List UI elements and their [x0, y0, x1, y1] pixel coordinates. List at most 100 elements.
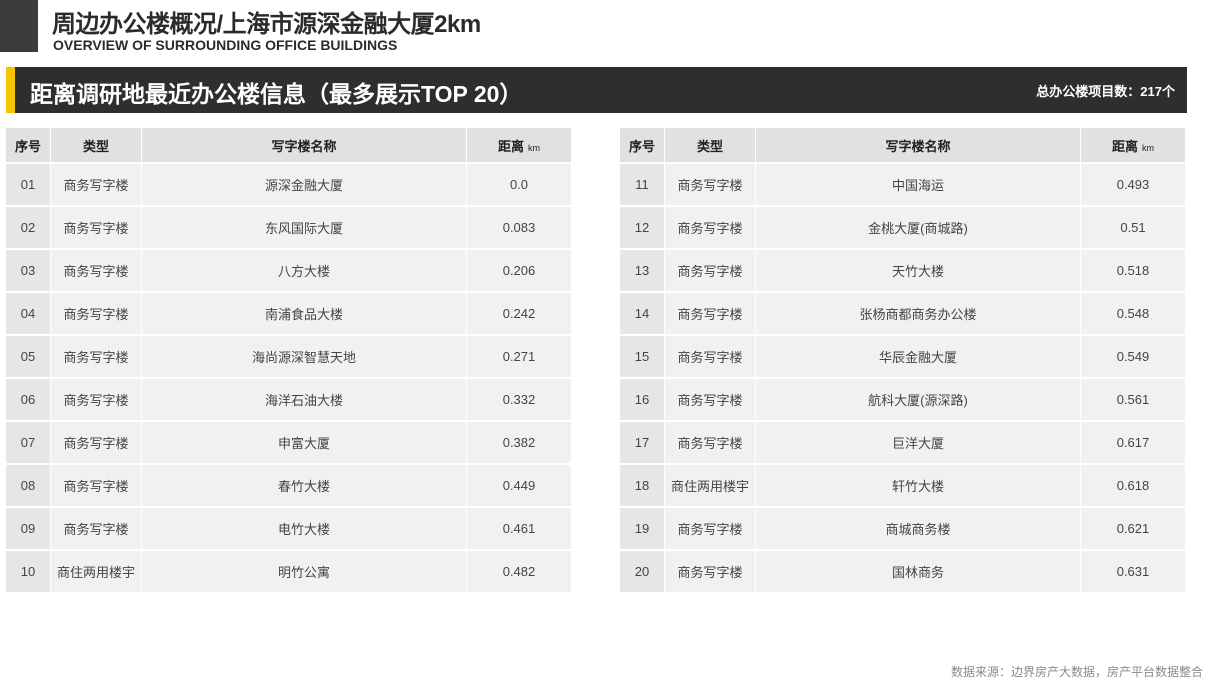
cell-no: 18 — [620, 465, 665, 508]
cell-no: 16 — [620, 379, 665, 422]
cell-distance: 0.621 — [1081, 508, 1186, 551]
cell-no: 05 — [6, 336, 51, 379]
cell-type: 商务写字楼 — [51, 293, 142, 336]
cell-type: 商务写字楼 — [665, 207, 756, 250]
table-header-row: 序号 类型 写字楼名称 距离 km — [620, 128, 1186, 164]
cell-no: 03 — [6, 250, 51, 293]
table-row: 04 商务写字楼 南浦食品大楼 0.242 — [6, 293, 572, 336]
cell-building-name: 巨洋大厦 — [756, 422, 1081, 465]
table-row: 03 商务写字楼 八方大楼 0.206 — [6, 250, 572, 293]
header-no: 序号 — [6, 128, 51, 164]
cell-building-name: 东风国际大厦 — [142, 207, 467, 250]
header-distance-unit: km — [1142, 142, 1154, 153]
cell-distance: 0.617 — [1081, 422, 1186, 465]
section-accent-stripe — [6, 67, 15, 113]
table-row: 13 商务写字楼 天竹大楼 0.518 — [620, 250, 1186, 293]
page-subtitle: OVERVIEW OF SURROUNDING OFFICE BUILDINGS — [53, 37, 398, 53]
header-distance-label: 距离 — [497, 138, 524, 154]
cell-building-name: 南浦食品大楼 — [142, 293, 467, 336]
cell-no: 20 — [620, 551, 665, 594]
section-header-bar: 距离调研地最近办公楼信息（最多展示TOP 20） 总办公楼项目数：217个 — [6, 67, 1187, 113]
cell-distance: 0.549 — [1081, 336, 1186, 379]
cell-no: 17 — [620, 422, 665, 465]
cell-building-name: 航科大厦(源深路) — [756, 379, 1081, 422]
cell-no: 12 — [620, 207, 665, 250]
cell-distance: 0.271 — [467, 336, 572, 379]
table-row: 08 商务写字楼 春竹大楼 0.449 — [6, 465, 572, 508]
table-row: 05 商务写字楼 海尚源深智慧天地 0.271 — [6, 336, 572, 379]
cell-distance: 0.631 — [1081, 551, 1186, 594]
cell-building-name: 华辰金融大厦 — [756, 336, 1081, 379]
table-row: 20 商务写字楼 国林商务 0.631 — [620, 551, 1186, 594]
table-row: 15 商务写字楼 华辰金融大厦 0.549 — [620, 336, 1186, 379]
table-row: 16 商务写字楼 航科大厦(源深路) 0.561 — [620, 379, 1186, 422]
header-distance-label: 距离 — [1111, 138, 1138, 154]
header-distance: 距离 km — [467, 128, 572, 164]
cell-type: 商务写字楼 — [665, 250, 756, 293]
cell-no: 13 — [620, 250, 665, 293]
header-name: 写字楼名称 — [142, 128, 467, 164]
cell-building-name: 海尚源深智慧天地 — [142, 336, 467, 379]
cell-no: 14 — [620, 293, 665, 336]
cell-type: 商务写字楼 — [51, 508, 142, 551]
cell-type: 商务写字楼 — [665, 551, 756, 594]
cell-distance: 0.449 — [467, 465, 572, 508]
cell-building-name: 电竹大楼 — [142, 508, 467, 551]
cell-building-name: 申富大厦 — [142, 422, 467, 465]
cell-distance: 0.518 — [1081, 250, 1186, 293]
cell-building-name: 春竹大楼 — [142, 465, 467, 508]
cell-no: 10 — [6, 551, 51, 594]
cell-distance: 0.482 — [467, 551, 572, 594]
cell-building-name: 天竹大楼 — [756, 250, 1081, 293]
header-distance: 距离 km — [1081, 128, 1186, 164]
cell-no: 01 — [6, 164, 51, 207]
cell-no: 09 — [6, 508, 51, 551]
table-body-right: 11 商务写字楼 中国海运 0.493 12 商务写字楼 金桃大厦(商城路) 0.51 13 商务… — [620, 164, 1186, 594]
cell-type: 商务写字楼 — [51, 164, 142, 207]
header-distance-unit: km — [528, 142, 540, 153]
table-header-row: 序号 类型 写字楼名称 距离 km — [6, 128, 572, 164]
cell-distance: 0.382 — [467, 422, 572, 465]
table-row: 19 商务写字楼 商城商务楼 0.621 — [620, 508, 1186, 551]
table-row: 10 商住两用楼宇 明竹公寓 0.482 — [6, 551, 572, 594]
cell-distance: 0.493 — [1081, 164, 1186, 207]
cell-distance: 0.51 — [1081, 207, 1186, 250]
cell-no: 11 — [620, 164, 665, 207]
cell-building-name: 金桃大厦(商城路) — [756, 207, 1081, 250]
cell-building-name: 商城商务楼 — [756, 508, 1081, 551]
cell-type: 商务写字楼 — [665, 164, 756, 207]
cell-distance: 0.083 — [467, 207, 572, 250]
table-row: 07 商务写字楼 申富大厦 0.382 — [6, 422, 572, 465]
cell-distance: 0.206 — [467, 250, 572, 293]
cell-type: 商务写字楼 — [665, 293, 756, 336]
cell-type: 商务写字楼 — [51, 422, 142, 465]
cell-type: 商务写字楼 — [51, 207, 142, 250]
table-row: 02 商务写字楼 东风国际大厦 0.083 — [6, 207, 572, 250]
office-table-right: 序号 类型 写字楼名称 距离 km 11 商务写字楼 中国海运 0.493 12 商务写字楼… — [620, 128, 1186, 594]
corner-block-decoration — [0, 0, 38, 52]
cell-no: 02 — [6, 207, 51, 250]
section-title: 距离调研地最近办公楼信息（最多展示TOP 20） — [30, 81, 523, 107]
cell-distance: 0.561 — [1081, 379, 1186, 422]
cell-type: 商住两用楼宇 — [51, 551, 142, 594]
table-row: 18 商住两用楼宇 轩竹大楼 0.618 — [620, 465, 1186, 508]
cell-no: 15 — [620, 336, 665, 379]
cell-type: 商务写字楼 — [665, 379, 756, 422]
table-row: 12 商务写字楼 金桃大厦(商城路) 0.51 — [620, 207, 1186, 250]
table-row: 14 商务写字楼 张杨商都商务办公楼 0.548 — [620, 293, 1186, 336]
cell-type: 商务写字楼 — [665, 336, 756, 379]
cell-no: 06 — [6, 379, 51, 422]
header-no: 序号 — [620, 128, 665, 164]
header-type: 类型 — [665, 128, 756, 164]
table-row: 01 商务写字楼 源深金融大厦 0.0 — [6, 164, 572, 207]
office-table-left: 序号 类型 写字楼名称 距离 km 01 商务写字楼 源深金融大厦 0.0 02 商务写字楼… — [6, 128, 572, 594]
cell-distance: 0.332 — [467, 379, 572, 422]
cell-building-name: 中国海运 — [756, 164, 1081, 207]
cell-distance: 0.548 — [1081, 293, 1186, 336]
cell-building-name: 明竹公寓 — [142, 551, 467, 594]
cell-type: 商务写字楼 — [51, 336, 142, 379]
header-name: 写字楼名称 — [756, 128, 1081, 164]
cell-no: 08 — [6, 465, 51, 508]
header-type: 类型 — [51, 128, 142, 164]
table-row: 17 商务写字楼 巨洋大厦 0.617 — [620, 422, 1186, 465]
